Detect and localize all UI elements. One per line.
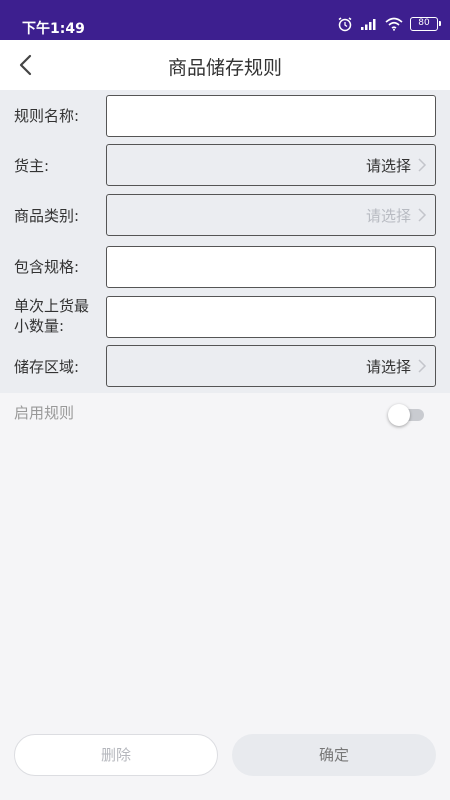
spec-label: 包含规格: — [14, 258, 80, 276]
owner-label: 货主: — [14, 157, 50, 175]
signal-icon — [361, 19, 376, 30]
rule-name-label: 规则名称: — [14, 107, 80, 125]
battery-level: 80 — [418, 18, 430, 28]
battery-icon: 80 — [410, 17, 441, 31]
category-select[interactable]: 请选择 — [106, 194, 436, 236]
storage-area-value: 请选择 — [365, 358, 411, 376]
wifi-icon — [385, 17, 403, 31]
enable-rule-label: 启用规则 — [14, 404, 75, 422]
chevron-right-icon — [418, 208, 427, 222]
rule-form: 规则名称: 货主: 请选择 商品类别: 请选择 包含规格: 单次上货最 小数量:… — [0, 90, 450, 393]
storage-area-label: 储存区域: — [14, 358, 80, 376]
owner-value: 请选择 — [365, 157, 411, 175]
delete-button[interactable]: 删除 — [14, 734, 218, 776]
rule-name-input[interactable] — [106, 95, 436, 137]
toggle-knob — [388, 404, 410, 426]
chevron-right-icon — [418, 158, 427, 172]
owner-select[interactable]: 请选择 — [106, 144, 436, 186]
status-time: 下午1:49 — [22, 21, 85, 37]
storage-area-select[interactable]: 请选择 — [106, 345, 436, 387]
spec-input[interactable] — [106, 246, 436, 288]
enable-rule-toggle[interactable] — [388, 404, 424, 426]
status-bar: 下午1:49 80 — [0, 0, 450, 40]
alarm-icon — [338, 17, 352, 32]
category-value: 请选择 — [365, 207, 411, 225]
min-qty-label-line1: 单次上货最 — [14, 297, 90, 315]
min-qty-label-line2: 小数量: — [14, 317, 65, 335]
min-qty-input[interactable] — [106, 296, 436, 338]
min-qty-label: 单次上货最 小数量: — [14, 296, 89, 336]
category-label: 商品类别: — [14, 207, 80, 225]
status-icons: 80 — [337, 16, 441, 32]
enable-rule-row: 启用规则 — [0, 393, 450, 433]
chevron-right-icon — [418, 359, 427, 373]
confirm-button[interactable]: 确定 — [232, 734, 436, 776]
page-title: 商品储存规则 — [167, 57, 282, 79]
nav-bar: 商品储存规则 — [0, 40, 450, 90]
